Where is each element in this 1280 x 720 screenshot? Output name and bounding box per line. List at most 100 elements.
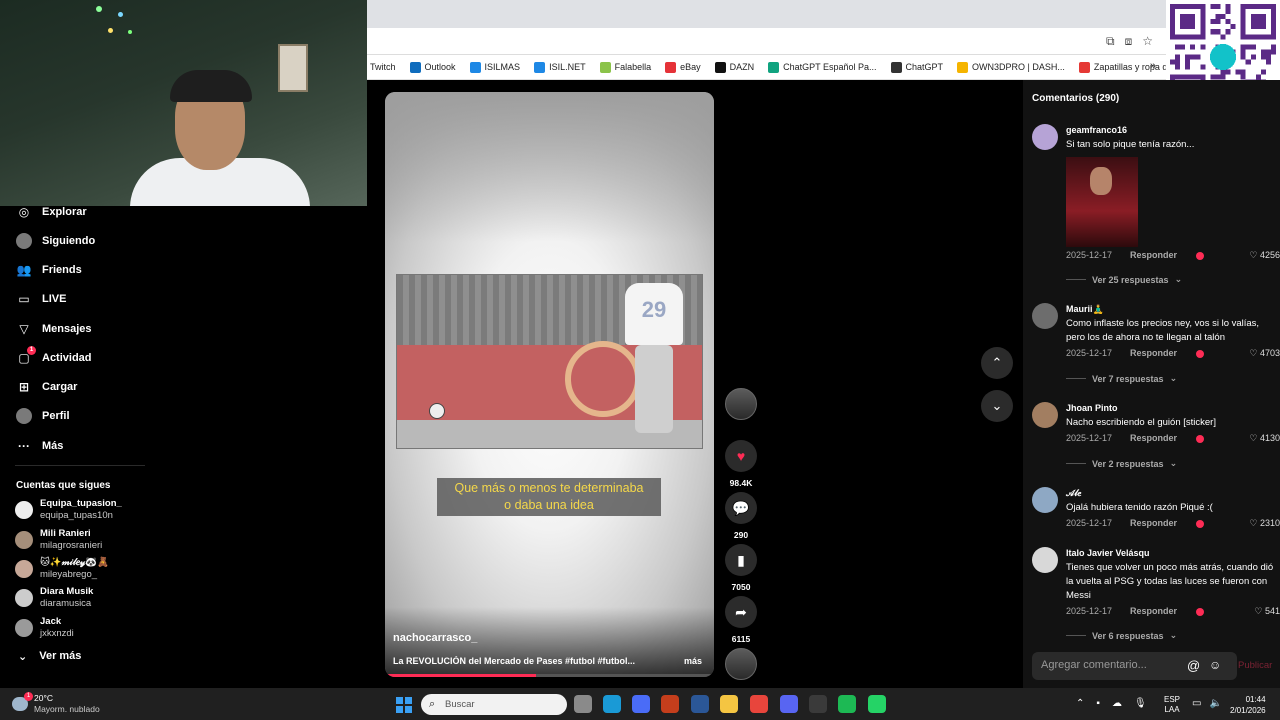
network-icon[interactable]: ▭ xyxy=(1192,698,1201,709)
reply-button[interactable]: Responder xyxy=(1130,606,1177,616)
video-player[interactable]: 29 Que más o menos te determinaba o daba… xyxy=(385,92,714,677)
reply-button[interactable]: Responder xyxy=(1130,348,1177,358)
comment-like-button[interactable]: ♡ 541 xyxy=(1254,606,1280,617)
commenter-avatar[interactable] xyxy=(1032,487,1058,513)
bookmark-item[interactable]: ChatGPT xyxy=(890,61,943,73)
video-author[interactable]: nachocarrasco_ xyxy=(393,632,477,644)
bookmark-item[interactable]: ISIL.NET xyxy=(534,61,586,73)
store-icon[interactable] xyxy=(632,695,650,713)
taskbar-clock[interactable]: 01:44 2/01/2026 xyxy=(1230,694,1266,716)
onedrive-cloud-icon[interactable]: ☁ xyxy=(1112,698,1122,709)
edge-icon[interactable] xyxy=(603,695,621,713)
comment-like-button[interactable]: ♡ 4703 xyxy=(1249,348,1280,359)
bookmark-label: DAZN xyxy=(729,62,755,72)
comment-button[interactable]: 💬 xyxy=(725,492,757,524)
sound-disc-icon[interactable] xyxy=(725,648,757,680)
spotify-icon[interactable] xyxy=(838,695,856,713)
description-more-button[interactable]: más xyxy=(684,656,702,666)
file-explorer-icon[interactable] xyxy=(574,695,592,713)
comment-input[interactable]: Agregar comentario... xyxy=(1032,652,1237,680)
whatsapp-icon[interactable] xyxy=(868,695,886,713)
comment-like-button[interactable]: ♡ 2310 xyxy=(1249,518,1280,529)
sidebar-item-friends[interactable]: 👥 Friends xyxy=(16,262,82,278)
previous-video-button[interactable]: ⌃ xyxy=(981,347,1013,379)
bookmark-item[interactable]: Twitch xyxy=(370,62,396,72)
like-button[interactable]: ♥ xyxy=(725,440,757,472)
folder-icon[interactable] xyxy=(720,695,738,713)
bookmark-star-icon[interactable]: ☆ xyxy=(1142,34,1153,49)
commenter-avatar[interactable] xyxy=(1032,303,1058,329)
creator-avatar[interactable] xyxy=(725,388,757,420)
chrome-icon[interactable] xyxy=(750,695,768,713)
comment-like-button[interactable]: ♡ 4256 xyxy=(1249,250,1280,261)
sidebar-item-cargar[interactable]: ⊞ Cargar xyxy=(16,379,78,395)
following-account[interactable]: Equipa_tupasion_ equipa_tupas10n xyxy=(15,498,122,521)
save-button[interactable]: ▮ xyxy=(725,544,757,576)
discord-icon[interactable] xyxy=(780,695,798,713)
install-app-icon[interactable]: ⧉ xyxy=(1106,34,1115,49)
bookmark-item[interactable]: Zapatillas y ropa de... xyxy=(1078,61,1180,73)
more-dots-icon: ··· xyxy=(18,439,30,453)
translate-icon[interactable]: ⧈ xyxy=(1125,34,1133,49)
following-account[interactable]: Mili Ranieri milagrosranieri xyxy=(15,528,102,551)
view-replies-button[interactable]: Ver 7 respuestas ⌄ xyxy=(1066,373,1177,384)
microphone-icon[interactable]: 🎙 xyxy=(1134,698,1147,709)
sidebar-item-live[interactable]: ▭ LIVE xyxy=(16,291,66,307)
bookmark-item[interactable]: eBay xyxy=(665,61,701,73)
bookmark-item[interactable]: DAZN xyxy=(714,61,755,73)
comment-image[interactable] xyxy=(1066,157,1138,247)
address-bar[interactable]: ⧉ ⧈ ☆ xyxy=(367,28,1167,55)
following-account[interactable]: 🐱✨𝓂𝒾𝓁𝑒𝓎🐼🧸 mileyabrego_ xyxy=(15,557,109,580)
input-language[interactable]: ESP LAA xyxy=(1164,695,1180,715)
commenter-avatar[interactable] xyxy=(1032,124,1058,150)
bookmark-item[interactable]: Outlook xyxy=(409,61,456,73)
reply-button[interactable]: Responder xyxy=(1130,518,1177,528)
obs-icon[interactable] xyxy=(809,695,827,713)
sidebar-item-actividad[interactable]: ▢ 1 Actividad xyxy=(16,346,92,366)
sidebar-item-explorar[interactable]: ◎ Explorar xyxy=(16,204,87,220)
bookmark-item[interactable]: ChatGPT Español Pa... xyxy=(768,61,877,73)
sidebar-item-mensajes[interactable]: ▽ Mensajes xyxy=(16,321,91,337)
powerpoint-icon[interactable] xyxy=(661,695,679,713)
comment-text: Si tan solo pique tenía razón... xyxy=(1066,139,1195,150)
reply-button[interactable]: Responder xyxy=(1130,433,1177,443)
lang-code: ESP xyxy=(1164,695,1181,704)
commenter-name[interactable]: Italo Javier Velásqu xyxy=(1066,547,1276,559)
post-comment-button[interactable]: Publicar xyxy=(1238,660,1272,671)
video-subtitle: Que más o menos te determinaba o daba un… xyxy=(437,478,661,516)
commenter-avatar[interactable] xyxy=(1032,402,1058,428)
reply-button[interactable]: Responder xyxy=(1130,250,1177,260)
windows-start-icon[interactable] xyxy=(396,697,412,713)
see-more-button[interactable]: ⌄ Ver más xyxy=(18,650,81,663)
commenter-name[interactable]: Maurii🧘‍♂️ xyxy=(1066,303,1276,315)
sidebar-item-ms[interactable]: ··· Más xyxy=(16,438,63,454)
view-replies-button[interactable]: Ver 6 respuestas ⌄ xyxy=(1066,630,1177,641)
commenter-name[interactable]: geamfranco16 xyxy=(1066,124,1276,136)
weather-widget[interactable]: 1 20°C Mayorm. nublado xyxy=(12,692,100,715)
emoji-icon[interactable]: ☺ xyxy=(1209,658,1221,672)
next-video-button[interactable]: ⌄ xyxy=(981,390,1013,422)
bookmark-item[interactable]: ISILMAS xyxy=(469,61,520,73)
view-replies-button[interactable]: Ver 25 respuestas ⌄ xyxy=(1066,274,1182,285)
tray-app-icon[interactable]: ▪ xyxy=(1096,698,1100,709)
comment-like-button[interactable]: ♡ 4130 xyxy=(1249,433,1280,444)
following-account[interactable]: Diara Musik diaramusica xyxy=(15,586,93,609)
sidebar-item-siguiendo[interactable]: ● Siguiendo xyxy=(16,233,95,249)
commenter-name[interactable]: 𝒜𝓁𝑒 xyxy=(1066,487,1276,499)
following-account[interactable]: Jack jxkxnzdi xyxy=(15,616,74,639)
creator-liked-icon xyxy=(1196,252,1204,260)
bookmark-item[interactable]: OWN3DPRO | DASH... xyxy=(957,61,1065,73)
commenter-name[interactable]: Jhoan Pinto xyxy=(1066,402,1276,414)
tray-chevron-up-icon[interactable]: ⌃ xyxy=(1076,698,1084,709)
share-button[interactable]: ➦ xyxy=(725,596,757,628)
commenter-avatar[interactable] xyxy=(1032,547,1058,573)
mention-icon[interactable]: @ xyxy=(1187,658,1200,673)
bookmark-item[interactable]: Falabella xyxy=(599,61,651,73)
bookmarks-overflow-button[interactable]: » xyxy=(1150,60,1156,72)
word-icon[interactable] xyxy=(691,695,709,713)
taskbar-search[interactable]: ⌕ Buscar xyxy=(421,694,567,715)
volume-icon[interactable]: 🔈 xyxy=(1209,698,1221,709)
sidebar-item-perfil[interactable]: ● Perfil xyxy=(16,408,70,424)
video-progress-bar[interactable] xyxy=(385,674,714,677)
view-replies-button[interactable]: Ver 2 respuestas ⌄ xyxy=(1066,458,1177,469)
